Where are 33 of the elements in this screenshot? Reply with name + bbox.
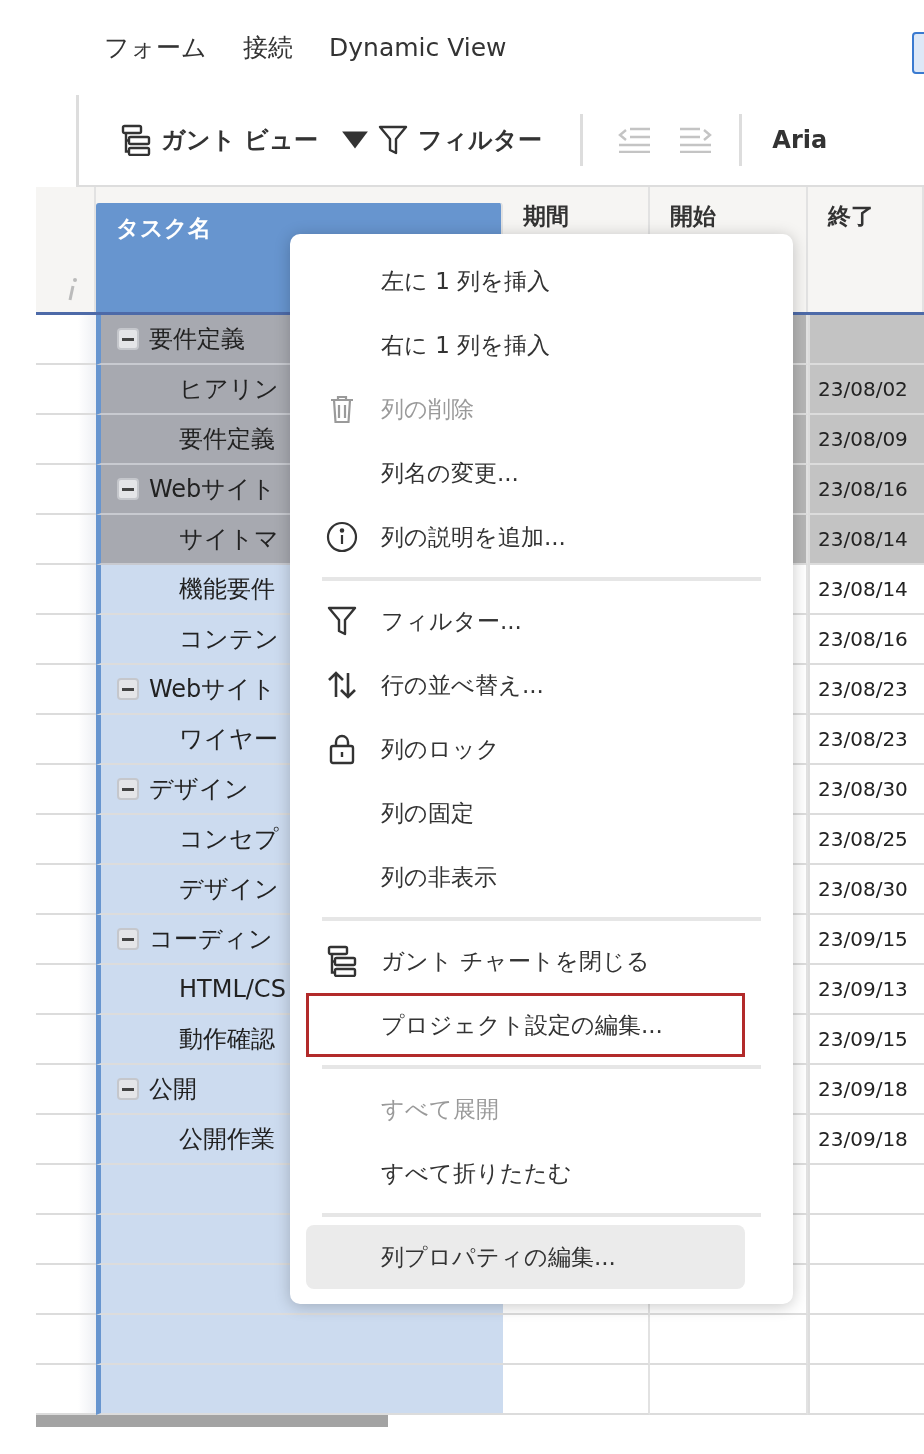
date-cell: 23/08/02 — [808, 365, 924, 415]
task-name: コンセプ — [179, 824, 279, 855]
date-cell: 23/08/14 — [808, 565, 924, 615]
task-name: コンテン — [179, 624, 279, 655]
date-cell: 23/08/30 — [808, 865, 924, 915]
task-name: 機能要件 — [179, 574, 275, 605]
task-name: デザイン — [149, 774, 249, 805]
date-cell: 23/09/13 — [808, 965, 924, 1015]
task-name: ワイヤー — [179, 724, 278, 755]
task-name: Webサイト — [149, 674, 277, 705]
date-cell: 23/08/16 — [808, 465, 924, 515]
date-cell: 23/09/18 — [808, 1115, 924, 1165]
task-name: デザイン — [179, 874, 279, 905]
task-name: 要件定義 — [149, 324, 245, 355]
date-cell: 23/08/14 — [808, 515, 924, 565]
date-cell: 23/08/23 — [808, 715, 924, 765]
date-cell: 23/08/16 — [808, 615, 924, 665]
task-name: サイトマ — [179, 524, 279, 555]
task-name: ヒアリン — [179, 374, 279, 405]
task-name: 公開 — [149, 1074, 197, 1105]
date-cell: 23/09/18 — [808, 1065, 924, 1115]
date-cell: 23/08/23 — [808, 665, 924, 715]
date-cell: 23/09/15 — [808, 915, 924, 965]
task-name: HTML/CS — [179, 975, 286, 1003]
task-name: 動作確認 — [179, 1024, 275, 1055]
date-cell: 23/09/15 — [808, 1015, 924, 1065]
task-name: 要件定義 — [179, 424, 275, 455]
task-name: コーディン — [149, 924, 273, 955]
date-cell: 23/08/09 — [808, 415, 924, 465]
date-cell: 23/08/30 — [808, 765, 924, 815]
task-name: 公開作業 — [179, 1124, 275, 1155]
date-cell: 23/08/25 — [808, 815, 924, 865]
task-name: Webサイト — [149, 474, 277, 505]
